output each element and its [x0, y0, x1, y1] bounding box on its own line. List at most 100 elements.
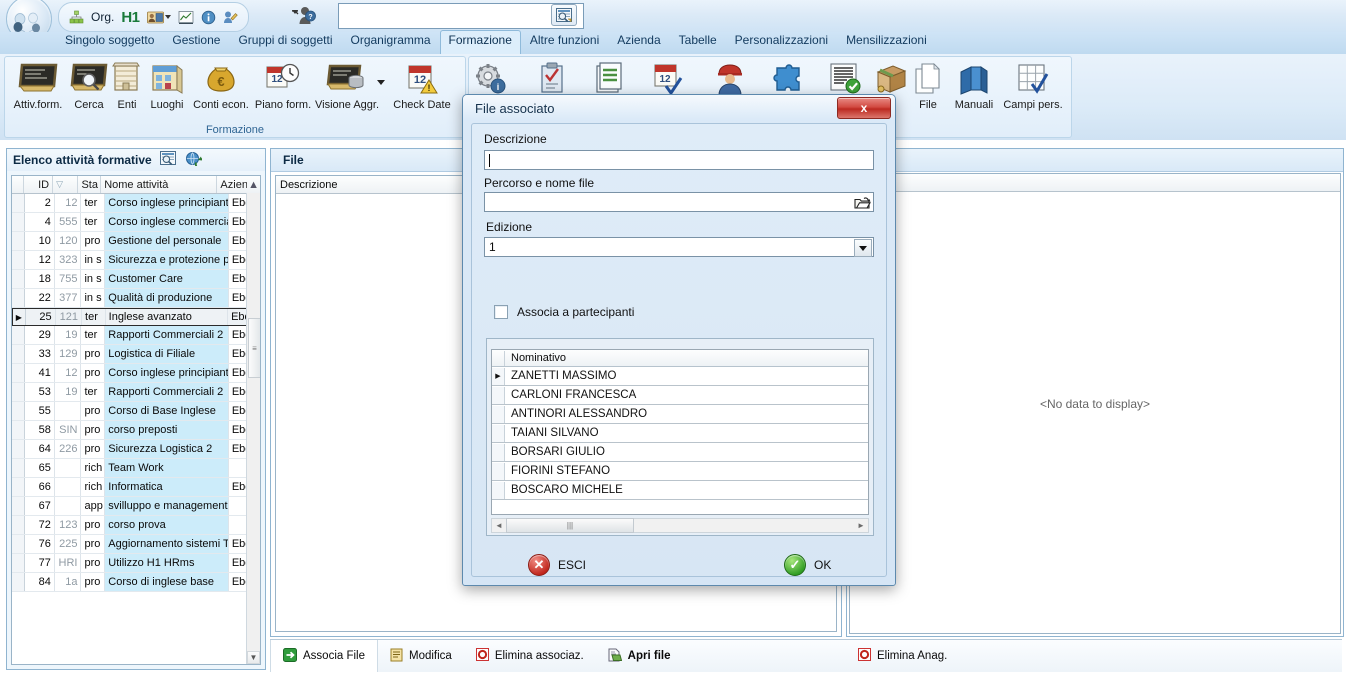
table-row[interactable]: 72 123 pro corso prova: [12, 516, 260, 535]
list-item[interactable]: ▶ ZANETTI MASSIMO: [492, 367, 868, 386]
contact-card-button[interactable]: [146, 5, 171, 29]
table-row[interactable]: 58SINprocorso prepostiEbc C: [12, 421, 260, 440]
scroll-down-icon[interactable]: ▼: [247, 651, 260, 664]
refresh-globe-icon[interactable]: [185, 151, 207, 170]
table-row[interactable]: 67 app svilluppo e management: [12, 497, 260, 516]
ribbon-button-visione-aggr[interactable]: Visione Aggr.: [311, 58, 383, 111]
table-row[interactable]: 64226proSicurezza Logistica 2Ebc C: [12, 440, 260, 459]
search-grid-icon[interactable]: [159, 151, 177, 169]
table-row[interactable]: 4112proCorso inglese principiantiEbc C: [12, 364, 260, 383]
ribbon-button-calendar-check[interactable]: 12: [650, 58, 686, 96]
table-row[interactable]: 212terCorso inglese principiantiEbc C: [12, 194, 260, 213]
network-button[interactable]: [69, 5, 84, 29]
table-row[interactable]: 22377in sQualità di produzioneEbc C: [12, 289, 260, 308]
col-nome[interactable]: Nome attività: [101, 176, 218, 193]
chevron-down-icon[interactable]: [854, 239, 872, 257]
table-row[interactable]: 77HRIproUtilizzo H1 HRmsEbc C: [12, 554, 260, 573]
tab-gruppi-di-soggetti[interactable]: Gruppi di soggetti: [229, 31, 341, 54]
table-row[interactable]: 33129proLogistica di FilialeEbc C: [12, 345, 260, 364]
tab-tabelle[interactable]: Tabelle: [670, 31, 726, 54]
activities-grid[interactable]: ID ▽ Sta Nome attività Azien ▲ 2 12 ter Cor…: [11, 175, 261, 665]
elimina-anagrafica-button[interactable]: Elimina Anag.: [846, 641, 959, 671]
col-azien[interactable]: Azien: [217, 176, 247, 193]
participants-grid[interactable]: Nominativo ▶ ZANETTI MASSIMO CARLONI FRANC…: [491, 349, 869, 515]
left-panel-title: Elenco attività formative: [13, 153, 152, 167]
tab-azienda[interactable]: Azienda: [608, 31, 669, 54]
search-button[interactable]: [551, 4, 577, 26]
tab-singolo-soggetto[interactable]: Singolo soggetto: [56, 31, 163, 54]
table-row[interactable]: ▶25121terInglese avanzatoEbc C: [12, 308, 260, 326]
ribbon-button-cerca[interactable]: Cerca: [68, 58, 110, 111]
participants-horizontal-scrollbar[interactable]: ◄ ||| ►: [491, 518, 869, 533]
user-help-button[interactable]: ?: [292, 5, 316, 28]
signature-button[interactable]: [223, 5, 238, 29]
edizione-combobox[interactable]: 1: [484, 237, 874, 257]
col-sta[interactable]: Sta: [78, 176, 102, 193]
ribbon-button-file[interactable]: File: [908, 58, 948, 111]
ribbon-button-conti-econ[interactable]: € Conti econ.: [190, 58, 252, 111]
scroll-up-icon[interactable]: ▲: [247, 176, 260, 193]
list-item[interactable]: BORSARI GIULIO: [492, 443, 868, 462]
percorso-input[interactable]: [484, 192, 874, 212]
visione-aggr-dropdown-icon[interactable]: [377, 80, 385, 85]
tab-personalizzazioni[interactable]: Personalizzazioni: [726, 31, 837, 54]
list-item[interactable]: TAIANI SILVANO: [492, 424, 868, 443]
apri-file-button[interactable]: Apri file: [596, 641, 683, 671]
participants-result-grid[interactable]: tivo <No data to display>: [849, 173, 1341, 634]
ok-button[interactable]: ✓ OK: [784, 554, 831, 576]
h1-badge[interactable]: H1: [121, 9, 140, 26]
associa-partecipanti-row[interactable]: Associa a partecipanti: [494, 305, 634, 319]
ribbon-button-check-date[interactable]: 12 ! Check Date: [390, 58, 454, 111]
table-row[interactable]: 65 rich Team Work: [12, 459, 260, 478]
table-row[interactable]: 76225proAggiornamento sistemi TACEbc C: [12, 535, 260, 554]
table-row[interactable]: 55proCorso di Base IngleseEbc C: [12, 402, 260, 421]
ribbon-button-documents[interactable]: [592, 58, 628, 96]
scroll-right-icon[interactable]: ►: [854, 519, 868, 532]
scroll-left-icon[interactable]: ◄: [492, 519, 506, 532]
ribbon-button-worker[interactable]: [712, 58, 748, 96]
grid-vertical-scrollbar[interactable]: ≡ ▼: [246, 193, 260, 664]
list-item[interactable]: CARLONI FRANCESCA: [492, 386, 868, 405]
modifica-button[interactable]: Modifica: [378, 641, 464, 671]
table-row[interactable]: 841aproCorso di inglese baseEbc C: [12, 573, 260, 592]
table-row[interactable]: 10120proGestione del personaleEbc C: [12, 232, 260, 251]
list-item[interactable]: ANTINORI ALESSANDRO: [492, 405, 868, 424]
table-row[interactable]: 18755in sCustomer CareEbc C: [12, 270, 260, 289]
browse-folder-icon[interactable]: [852, 194, 872, 212]
tab-organigramma[interactable]: Organigramma: [342, 31, 440, 54]
nominativo-column-header[interactable]: Nominativo: [505, 352, 566, 364]
ribbon-button-manuali[interactable]: Manuali: [948, 58, 1000, 111]
hscrollbar-thumb[interactable]: |||: [506, 518, 634, 533]
ribbon-button-piano-form[interactable]: 12 Piano form.: [252, 58, 314, 111]
info-button[interactable]: [201, 5, 216, 29]
ribbon-button-luoghi[interactable]: Luoghi: [144, 58, 190, 111]
table-row[interactable]: 66richInformaticaEbc C: [12, 478, 260, 497]
list-item[interactable]: FIORINI STEFANO: [492, 462, 868, 481]
close-icon[interactable]: x: [837, 97, 891, 119]
list-item[interactable]: BOSCARO MICHELE: [492, 481, 868, 500]
ribbon-button-clipboard-check[interactable]: [535, 58, 571, 96]
descrizione-input[interactable]: [484, 150, 874, 170]
elimina-associazione-button[interactable]: Elimina associaz.: [464, 641, 596, 671]
ribbon-button-campi-pers[interactable]: Campi pers.: [1000, 58, 1066, 111]
esci-button[interactable]: ✕ ESCI: [528, 554, 586, 576]
scrollbar-thumb[interactable]: ≡: [248, 318, 260, 378]
associa-partecipanti-checkbox[interactable]: [494, 305, 508, 319]
ribbon-button-enti[interactable]: Enti: [110, 58, 144, 111]
col-id[interactable]: ID: [24, 176, 54, 193]
table-row[interactable]: 12323in sSicurezza e protezione persEbc …: [12, 251, 260, 270]
col-sort-marker[interactable]: ▽: [53, 176, 79, 193]
tab-formazione[interactable]: Formazione: [439, 30, 521, 55]
ribbon-button-attivform[interactable]: Attiv.form.: [8, 58, 68, 111]
tab-mensilizzazioni[interactable]: Mensilizzazioni: [837, 31, 936, 54]
table-row[interactable]: 4555terCorso inglese commercialeEbc C: [12, 213, 260, 232]
chart-button[interactable]: [178, 5, 194, 29]
ribbon-button-list-check[interactable]: [824, 58, 866, 96]
tab-altre-funzioni[interactable]: Altre funzioni: [521, 31, 608, 54]
table-row[interactable]: 2919terRapporti Commerciali 2Ebc C: [12, 326, 260, 345]
tab-gestione[interactable]: Gestione: [163, 31, 229, 54]
search-input[interactable]: [338, 3, 584, 29]
ribbon-button-puzzle[interactable]: [770, 58, 806, 96]
associa-file-button[interactable]: Associa File: [270, 640, 378, 672]
table-row[interactable]: 5319terRapporti Commerciali 2Ebc C: [12, 383, 260, 402]
